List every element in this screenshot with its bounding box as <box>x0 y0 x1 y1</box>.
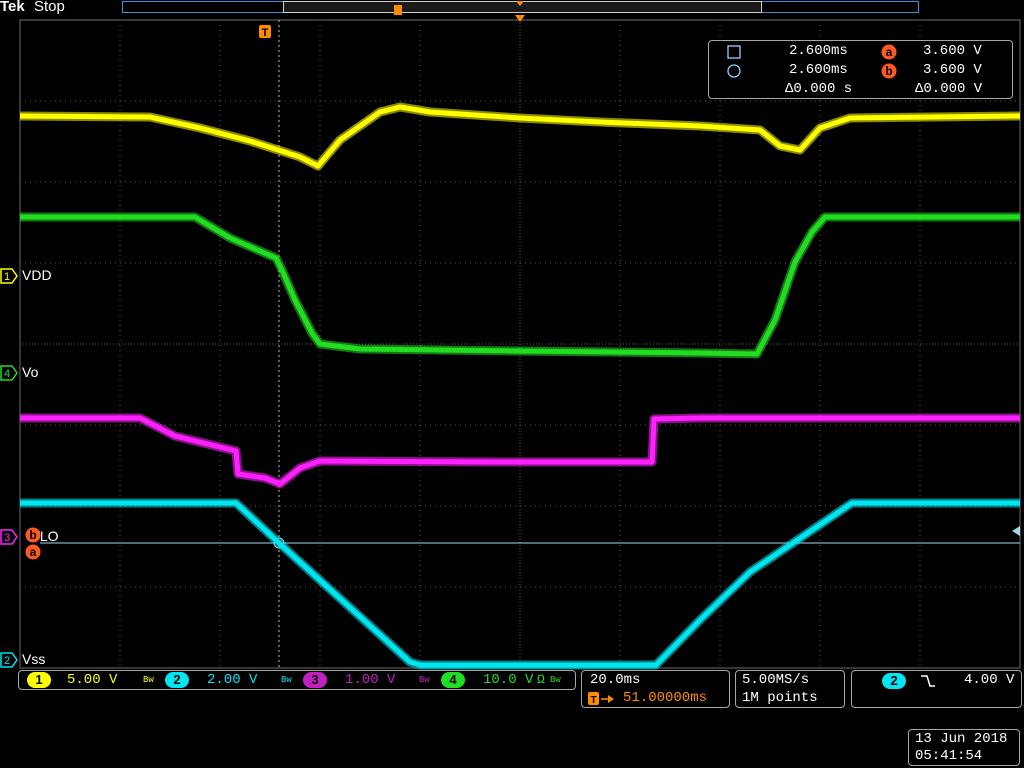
channel-scale-bar[interactable]: 1 5.00 V Bw 2 2.00 V Bw 3 1.00 V Bw 4 10… <box>18 670 576 690</box>
cursor-a-readout-icon: a <box>881 44 897 60</box>
ch1-label: VDD <box>22 267 52 283</box>
circle-cursor-time: 2.600ms <box>789 62 848 78</box>
svg-text:T: T <box>590 695 596 706</box>
datetime-panel: 13 Jun 2018 05:41:54 <box>908 729 1020 766</box>
ch2-scale-chip[interactable]: 2 <box>165 672 189 688</box>
time-label: 05:41:54 <box>915 748 983 764</box>
trigger-panel[interactable]: 2 4.00 V <box>851 670 1022 708</box>
waveform-ch1-vdd <box>19 102 1021 171</box>
date-label: 13 Jun 2018 <box>915 731 1008 747</box>
sample-rate: 5.00MS/s <box>742 672 810 688</box>
ch1-trace <box>19 104 1021 169</box>
waveform-ch4-vo <box>20 212 1020 359</box>
waveform-ch3-uvlo <box>20 413 1020 489</box>
ch4-noise-band <box>20 212 1020 359</box>
circle-cursor-icon <box>727 64 741 78</box>
ch4-impedance-icon: Ω <box>537 672 545 687</box>
trigger-delay-icon: T <box>588 692 618 711</box>
ch3-ground-marker[interactable]: 3 <box>0 529 18 550</box>
ch2-scale-value[interactable]: 2.00 V <box>207 672 257 688</box>
ch4-scale-chip[interactable]: 4 <box>441 672 465 688</box>
svg-text:1: 1 <box>4 271 10 283</box>
svg-text:b: b <box>885 64 892 78</box>
cursor-delta-value: Δ0.000 V <box>915 81 983 97</box>
ch1-scale-chip[interactable]: 1 <box>27 672 51 688</box>
right-edge-cursor-arrow <box>1012 526 1020 536</box>
view-center-marker <box>516 1 524 6</box>
ch4-scale-value[interactable]: 10.0 V <box>483 672 533 688</box>
trigger-position-marker-top <box>515 15 525 22</box>
cursor-readout-panel[interactable]: 2.600ms a 3.600 V 2.600ms b 3.600 V Δ0.0… <box>708 40 1013 99</box>
trigger-t-marker-label: T <box>262 27 269 39</box>
falling-edge-icon[interactable] <box>920 674 936 688</box>
cursor-b-value: 3.600 V <box>923 62 982 78</box>
ch4-bw-icon: Bw <box>550 675 561 685</box>
cursor-b-readout-icon: b <box>881 63 897 79</box>
ch4-label: Vo <box>22 364 39 380</box>
svg-text:a: a <box>886 45 893 59</box>
ch1-bw-icon: Bw <box>143 675 154 685</box>
record-length: 1M points <box>742 690 818 706</box>
ch3-scale-chip[interactable]: 3 <box>303 672 327 688</box>
timebase-panel[interactable]: 20.0ms T 51.00000ms <box>581 670 730 708</box>
svg-text:2: 2 <box>4 655 10 667</box>
trigger-source-chip[interactable]: 2 <box>882 673 906 689</box>
acquisition-panel[interactable]: 5.00MS/s 1M points <box>735 670 845 708</box>
trigger-time-marker-icon <box>394 5 402 15</box>
cursor-a-value: 3.600 V <box>923 43 982 59</box>
square-cursor-time: 2.600ms <box>789 43 848 59</box>
ch2-bw-icon: Bw <box>281 675 292 685</box>
ch3-trace <box>20 415 1020 487</box>
svg-text:b: b <box>29 528 36 542</box>
square-cursor-icon <box>727 45 741 59</box>
trigger-level[interactable]: 4.00 V <box>964 672 1014 688</box>
ch2-ground-marker[interactable]: 2 <box>0 652 18 673</box>
waveform-display[interactable]: T <box>0 0 1024 768</box>
ch2-label: Vss <box>22 651 46 667</box>
ch4-ground-marker[interactable]: 4 <box>0 365 18 386</box>
ch1-ground-marker[interactable]: 1 <box>0 268 18 289</box>
ch4-trace <box>20 214 1020 357</box>
svg-text:a: a <box>30 545 37 559</box>
svg-text:3: 3 <box>4 532 10 544</box>
ch3-scale-value[interactable]: 1.00 V <box>345 672 395 688</box>
timebase-scale[interactable]: 20.0ms <box>590 672 640 688</box>
cursor-delta-time: Δ0.000 s <box>785 81 853 97</box>
ch1-scale-value[interactable]: 5.00 V <box>67 672 117 688</box>
ch3-noise-band <box>20 413 1020 489</box>
timebase-delay[interactable]: 51.00000ms <box>623 690 707 706</box>
ch3-bw-icon: Bw <box>419 675 430 685</box>
svg-text:4: 4 <box>4 368 10 380</box>
cursor-a-marker-icon[interactable]: a <box>25 544 41 565</box>
